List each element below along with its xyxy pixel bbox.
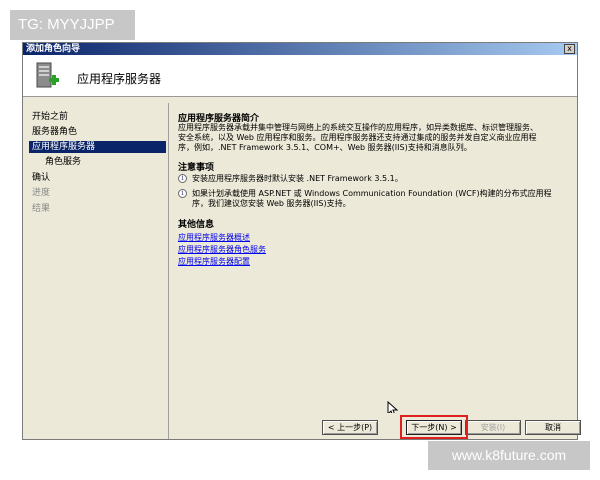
add-roles-wizard-window: 添加角色向导 x 应用程序服务器 开始之前 服务器角色 应用程序服务器 角色服务… (22, 42, 581, 440)
intro-line-3: 序，例如，.NET Framework 3.5.1、COM+、Web 服务器(I… (178, 143, 472, 152)
link-app-server-role-services[interactable]: 应用程序服务器角色服务 (178, 244, 266, 255)
more-info-heading: 其他信息 (178, 220, 215, 230)
tg-badge: TG: MYYJJPP (10, 10, 135, 40)
info-icon: i (178, 189, 187, 198)
install-button: 安装(I) (465, 420, 521, 435)
sidebar-item-before-you-begin[interactable]: 开始之前 (29, 111, 166, 123)
notes-heading: 注意事项 (178, 163, 215, 173)
sidebar-item-server-roles[interactable]: 服务器角色 (29, 126, 166, 138)
previous-button[interactable]: < 上一步(P) (322, 420, 378, 435)
close-button[interactable]: x (564, 44, 575, 54)
intro-line-2: 安全系统，以及 Web 应用程序和服务。应用程序服务器还支持通过集成的服务并发自… (178, 133, 537, 142)
link-app-server-configuration[interactable]: 应用程序服务器配置 (178, 256, 250, 267)
info-icon: i (178, 174, 187, 183)
cancel-button[interactable]: 取消 (525, 420, 581, 435)
site-watermark: www.k8future.com (428, 441, 590, 470)
sidebar-item-application-server[interactable]: 应用程序服务器 (29, 141, 166, 153)
link-app-server-overview[interactable]: 应用程序服务器概述 (178, 232, 250, 243)
wizard-steps-sidebar: 开始之前 服务器角色 应用程序服务器 角色服务 确认 进度 结果 (23, 101, 166, 439)
sidebar-item-progress: 进度 (32, 188, 51, 198)
window-title: 添加角色向导 (26, 44, 81, 54)
server-add-icon (36, 62, 59, 88)
sidebar-item-role-services[interactable]: 角色服务 (29, 156, 166, 168)
intro-line-1: 应用程序服务器承载并集中管理与网络上的系统交互操作的应用程序，如异类数据库、标识… (178, 123, 538, 132)
page-title: 应用程序服务器 (77, 72, 162, 86)
next-button-highlight (400, 415, 468, 439)
wizard-button-bar: < 上一步(P) 下一步(N) > 安装(I) 取消 (168, 413, 581, 439)
title-bar: 添加角色向导 x (23, 43, 577, 55)
sidebar-item-confirmation[interactable]: 确认 (29, 172, 166, 184)
note-text: 安装应用程序服务器时默认安装 .NET Framework 3.5.1。 (192, 174, 403, 183)
note-text: 序，我们建议您安装 Web 服务器(IIS)支持。 (192, 199, 351, 208)
sidebar-item-results: 结果 (32, 204, 51, 214)
wizard-header: 应用程序服务器 (23, 55, 577, 97)
note-text: 如果计划承载使用 ASP.NET 或 Windows Communication… (192, 189, 552, 198)
content-pane: 应用程序服务器简介 应用程序服务器承载并集中管理与网络上的系统交互操作的应用程序… (168, 103, 577, 417)
